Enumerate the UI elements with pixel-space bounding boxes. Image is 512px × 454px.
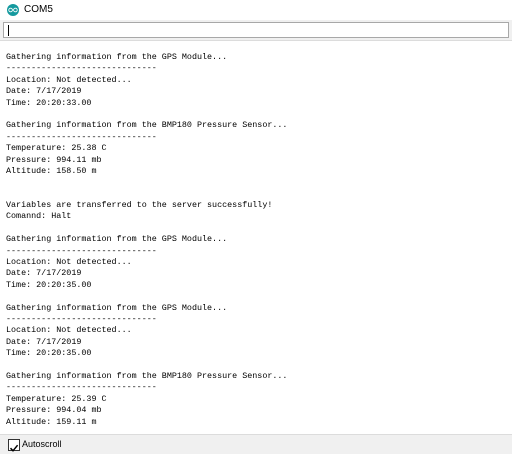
output-line: Date: 7/17/2019 bbox=[6, 268, 82, 279]
autoscroll-checkbox[interactable] bbox=[8, 439, 20, 452]
output-line: ------------------------------ bbox=[6, 382, 157, 393]
output-lines: Gathering information from the GPS Modul… bbox=[6, 52, 287, 428]
output-line: Temperature: 25.39 C bbox=[6, 393, 107, 404]
output-line: Pressure: 994.11 mb bbox=[6, 154, 102, 165]
autoscroll-label: Autoscroll bbox=[22, 439, 62, 449]
send-input[interactable] bbox=[3, 22, 509, 38]
output-line: Date: 7/17/2019 bbox=[6, 86, 82, 97]
output-line: Date: 7/17/2019 bbox=[6, 336, 82, 347]
output-line: Time: 20:20:33.00 bbox=[6, 97, 92, 108]
output-line: ------------------------------ bbox=[6, 313, 157, 324]
window-title: COM5 bbox=[24, 4, 53, 15]
checkmark-icon bbox=[9, 444, 19, 452]
send-bar bbox=[0, 20, 512, 41]
output-line: Gathering information from the GPS Modul… bbox=[6, 234, 228, 245]
output-line: Comannd: Halt bbox=[6, 211, 72, 222]
output-line: Altitude: 159.11 m bbox=[6, 416, 97, 427]
output-line: ------------------------------ bbox=[6, 63, 157, 74]
serial-output[interactable]: Gathering information from the GPS Modul… bbox=[0, 41, 512, 434]
title-bar: COM5 bbox=[0, 0, 512, 20]
output-line: Gathering information from the BMP180 Pr… bbox=[6, 120, 288, 131]
output-line: Time: 20:20:35.00 bbox=[6, 348, 92, 359]
output-line: Gathering information from the BMP180 Pr… bbox=[6, 370, 288, 381]
bottom-bar: Autoscroll bbox=[0, 434, 512, 454]
output-line: Location: Not detected... bbox=[6, 257, 132, 268]
output-line: Location: Not detected... bbox=[6, 325, 132, 336]
output-line: Time: 20:20:35.00 bbox=[6, 279, 92, 290]
output-line: Pressure: 994.04 mb bbox=[6, 405, 102, 416]
output-line: Location: Not detected... bbox=[6, 74, 132, 85]
output-line: ------------------------------ bbox=[6, 245, 157, 256]
arduino-icon bbox=[7, 4, 19, 16]
output-line: ------------------------------ bbox=[6, 131, 157, 142]
output-line: Gathering information from the GPS Modul… bbox=[6, 302, 228, 313]
output-line: Variables are transferred to the server … bbox=[6, 200, 273, 211]
output-line: Altitude: 158.50 m bbox=[6, 165, 97, 176]
output-line: Gathering information from the GPS Modul… bbox=[6, 52, 228, 62]
output-line: Temperature: 25.38 C bbox=[6, 143, 107, 154]
text-caret bbox=[8, 25, 9, 36]
